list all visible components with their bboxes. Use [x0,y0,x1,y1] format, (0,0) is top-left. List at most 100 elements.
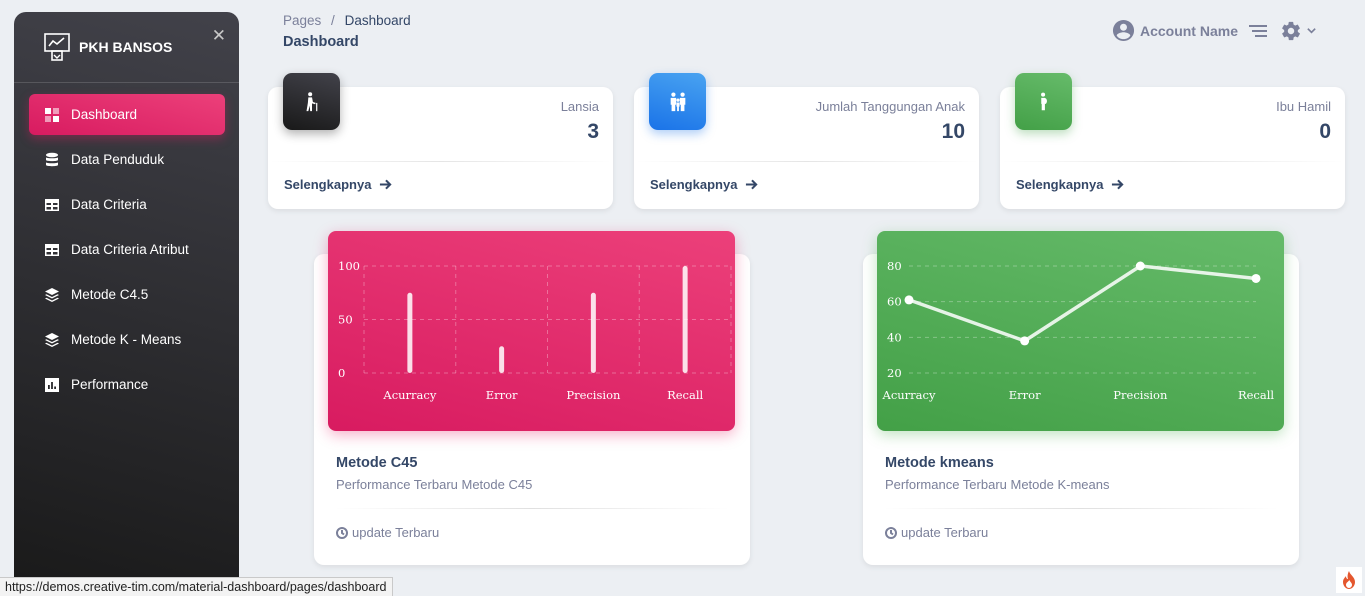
data-point [1020,336,1030,346]
divider [634,161,979,162]
sidebar-item-performance[interactable]: Performance [29,364,225,405]
flame-icon [1343,571,1355,589]
database-icon [43,151,61,169]
sidebar-nav: Dashboard Data Penduduk Data Criteria Da… [14,83,239,405]
stat-label: Ibu Hamil [1276,99,1331,114]
pregnant-icon [1040,92,1047,110]
x-tick-label: Error [486,388,518,402]
stat-value: 10 [941,120,965,143]
x-tick-label: Recall [667,388,703,402]
chart-footer: update Terbaru [336,525,439,540]
more-link-label: Selengkapnya [284,177,372,192]
chart-subtitle: Performance Terbaru Metode C45 [336,477,533,492]
status-bar-url: https://demos.creative-tim.com/material-… [0,577,394,596]
divider [334,508,730,509]
bar [407,292,413,373]
more-link[interactable]: Selengkapnya [1016,177,1125,192]
stat-label: Lansia [560,99,599,114]
elderly-icon [306,91,317,111]
data-point [1251,273,1261,283]
account-circle-icon [1112,19,1135,42]
x-tick-label: Precision [566,388,621,402]
close-sidebar-icon[interactable]: ✕ [212,26,226,46]
clock-icon [336,526,348,539]
stat-card-ibu-hamil: Ibu Hamil 0 Selengkapnya [1000,73,1345,209]
chart-card-c45: 100 50 0 Acurracy Error Precision Recall Metod… [314,231,750,565]
sidebar-item-label: Metode K - Means [71,332,182,347]
sidebar-item-metode-k-means[interactable]: Metode K - Means [29,319,225,360]
corner-badge[interactable] [1336,567,1362,593]
page-title: Dashboard [283,34,359,50]
chevron-down-icon [1307,28,1316,34]
x-tick-label: Acurracy [882,388,936,402]
table-icon [43,196,61,214]
bar [682,266,688,373]
sidebar-item-label: Metode C4.5 [71,287,149,302]
brand-name: PKH BANSOS [79,39,173,55]
breadcrumb-current: Dashboard [344,13,411,28]
more-link[interactable]: Selengkapnya [284,177,393,192]
stat-value: 0 [1319,120,1331,143]
divider [268,161,613,162]
brand[interactable]: PKH BANSOS [14,12,239,83]
stat-label: Jumlah Tanggungan Anak [815,99,965,114]
chart-footer-label: update Terbaru [901,525,989,540]
gear-icon [1282,21,1300,40]
chart-footer: update Terbaru [885,525,988,540]
more-link-label: Selengkapnya [1016,177,1104,192]
brand-logo-icon [44,33,70,61]
more-link-label: Selengkapnya [650,177,738,192]
sidebar: PKH BANSOS ✕ Dashboard Data Penduduk Dat… [14,12,239,596]
stat-icon-box [649,73,706,130]
stat-icon-box [1015,73,1072,130]
sidebar-item-label: Data Penduduk [71,152,165,167]
sidebar-item-data-criteria[interactable]: Data Criteria [29,184,225,225]
layers-icon [43,331,61,349]
x-tick-label: Acurracy [382,388,436,402]
y-tick-label: 60 [887,295,902,309]
sidebar-item-dashboard[interactable]: Dashboard [29,94,225,135]
bar [499,346,505,373]
chart-kmeans: 80 60 40 20 Acurracy Error Precision Recall [877,231,1284,431]
sidebar-item-data-penduduk[interactable]: Data Penduduk [29,139,225,180]
divider [883,508,1279,509]
y-tick-label: 50 [338,313,353,327]
stat-card-lansia: Lansia 3 Selengkapnya [268,73,613,209]
chart-card-kmeans: 80 60 40 20 Acurracy Error Precision Recall Met… [863,231,1299,565]
arrow-right-icon [1112,179,1125,190]
sidebar-item-metode-c45[interactable]: Metode C4.5 [29,274,225,315]
chart-title: Metode C45 [336,455,418,471]
bar-chart-icon [43,376,61,394]
series-line [908,264,1257,343]
account-button[interactable]: Account Name [1112,19,1238,42]
y-tick-label: 0 [338,366,345,380]
divider [1000,161,1345,162]
x-tick-label: Error [1009,388,1041,402]
bar [590,292,596,373]
sidebar-item-label: Performance [71,377,149,392]
y-tick-label: 40 [887,330,902,344]
sidebar-item-label: Data Criteria Atribut [71,242,189,257]
more-link[interactable]: Selengkapnya [650,177,759,192]
breadcrumb-separator: / [331,13,335,28]
sidebar-item-label: Dashboard [71,107,138,122]
chart-c45-svg: 100 50 0 Acurracy Error Precision Recall [338,259,732,402]
y-tick-label: 80 [887,259,902,273]
x-tick-label: Recall [1238,388,1274,402]
sidebar-item-label: Data Criteria [71,197,147,212]
family-icon [670,92,685,111]
arrow-right-icon [380,179,393,190]
sidebar-item-data-criteria-atribut[interactable]: Data Criteria Atribut [29,229,225,270]
account-name: Account Name [1139,22,1238,39]
data-point [1135,261,1145,271]
stat-value: 3 [587,120,599,143]
data-point [904,295,914,305]
settings-dropdown[interactable] [1280,20,1317,42]
layers-icon [43,286,61,304]
chart-kmeans-svg: 80 60 40 20 Acurracy Error Precision Recall [882,259,1275,402]
stat-card-tanggungan-anak: Jumlah Tanggungan Anak 10 Selengkapnya [634,73,979,209]
chart-footer-label: update Terbaru [352,525,440,540]
breadcrumb-root[interactable]: Pages [283,13,321,28]
table-icon [43,241,61,259]
menu-icon[interactable] [1249,24,1267,38]
